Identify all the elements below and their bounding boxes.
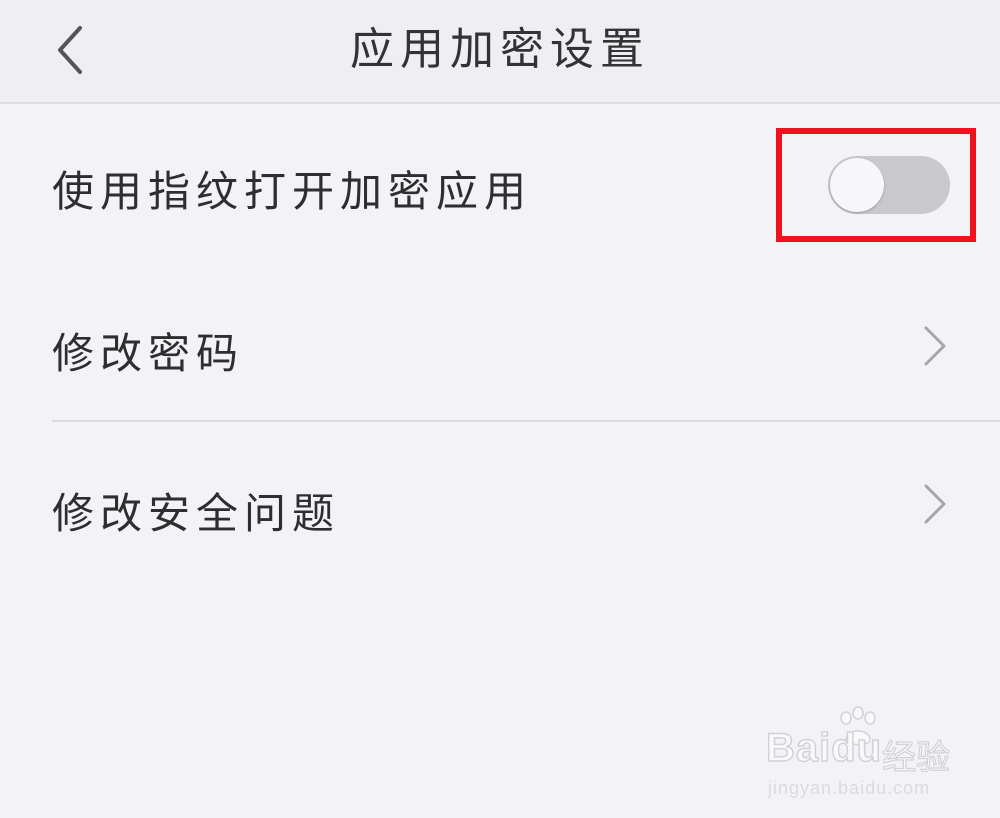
fingerprint-toggle[interactable] xyxy=(828,156,950,214)
page-title: 应用加密设置 xyxy=(350,24,650,75)
settings-row-change-security-question[interactable]: 修改安全问题 xyxy=(0,422,1000,582)
change-password-label: 修改密码 xyxy=(52,329,245,378)
header-bar: 应用加密设置 xyxy=(0,0,1000,104)
watermark-brand: Baidu xyxy=(765,725,883,771)
settings-row-change-password[interactable]: 修改密码 xyxy=(0,264,1000,420)
toggle-knob xyxy=(830,158,884,212)
watermark-brand-cn: 经验 xyxy=(881,737,950,778)
chevron-right-icon xyxy=(924,484,946,524)
baidu-watermark: Baidu 经验 jingyan.baidu.com xyxy=(764,706,964,806)
fingerprint-label: 使用指纹打开加密应用 xyxy=(52,167,533,216)
watermark-url: jingyan.baidu.com xyxy=(768,778,931,798)
change-security-question-label: 修改安全问题 xyxy=(52,489,341,538)
chevron-right-icon xyxy=(924,326,946,366)
